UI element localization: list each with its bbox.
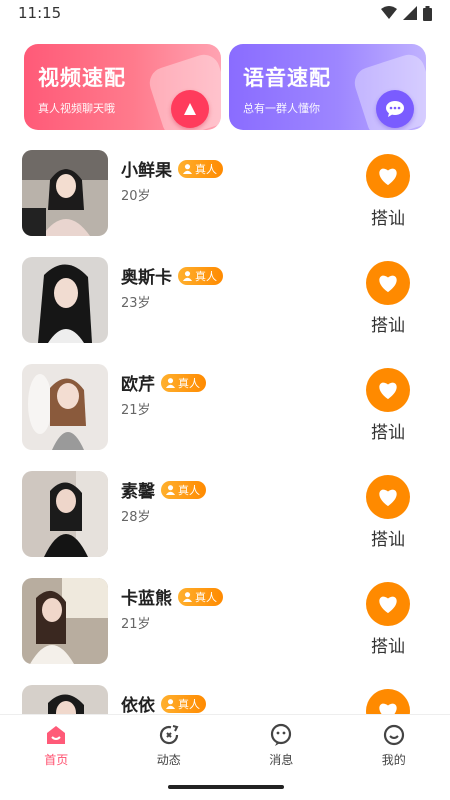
user-age: 28岁 bbox=[121, 510, 151, 525]
badge-label: 真人 bbox=[195, 590, 217, 604]
play-icon bbox=[171, 90, 209, 128]
person-icon bbox=[182, 271, 193, 281]
avatar[interactable] bbox=[22, 685, 108, 714]
heart-button[interactable] bbox=[366, 261, 410, 305]
verified-badge: 真人 bbox=[178, 587, 223, 606]
person-icon bbox=[165, 699, 176, 709]
user-age: 23岁 bbox=[121, 296, 151, 311]
user-name: 依依 bbox=[121, 696, 155, 714]
heart-icon bbox=[379, 489, 397, 507]
user-age: 20岁 bbox=[121, 189, 151, 204]
verified-badge: 真人 bbox=[161, 694, 206, 713]
greet-label[interactable]: 搭讪 bbox=[360, 525, 416, 550]
greet-label[interactable]: 搭讪 bbox=[360, 632, 416, 657]
greet-label[interactable]: 搭讪 bbox=[360, 311, 416, 336]
avatar[interactable] bbox=[22, 257, 108, 343]
badge-label: 真人 bbox=[195, 269, 217, 283]
heart-icon bbox=[379, 382, 397, 400]
status-bar: 11:15 bbox=[0, 0, 450, 26]
heart-button[interactable] bbox=[366, 582, 410, 626]
chat-bubble-icon bbox=[376, 90, 414, 128]
badge-label: 真人 bbox=[178, 483, 200, 497]
name-line: 欧芹 真人 bbox=[121, 370, 206, 395]
user-name: 小鲜果 bbox=[121, 161, 172, 181]
home-indicator bbox=[168, 785, 284, 789]
badge-label: 真人 bbox=[195, 162, 217, 176]
signal-icon bbox=[403, 6, 417, 20]
verified-badge: 真人 bbox=[161, 480, 206, 499]
person-icon bbox=[182, 592, 193, 602]
user-row[interactable]: 卡蓝熊 真人 21岁 搭讪 bbox=[0, 576, 450, 683]
heart-button[interactable] bbox=[366, 154, 410, 198]
user-age: 21岁 bbox=[121, 403, 151, 418]
greet-label[interactable]: 搭讪 bbox=[360, 204, 416, 229]
tab-messages[interactable]: 消息 bbox=[225, 715, 338, 775]
user-name: 卡蓝熊 bbox=[121, 589, 172, 609]
verified-badge: 真人 bbox=[178, 266, 223, 285]
avatar[interactable] bbox=[22, 364, 108, 450]
name-line: 卡蓝熊 真人 bbox=[121, 584, 223, 609]
greet-action[interactable]: 搭讪 bbox=[360, 689, 416, 714]
bottom-tab-bar: 首页 动态 消息 我的 bbox=[0, 714, 450, 775]
name-line: 奥斯卡 真人 bbox=[121, 263, 223, 288]
user-row[interactable]: 依依 真人 搭讪 bbox=[0, 683, 450, 714]
name-line: 小鲜果 真人 bbox=[121, 156, 223, 181]
message-icon bbox=[271, 723, 292, 746]
name-line: 依依 真人 bbox=[121, 691, 206, 714]
refresh-icon bbox=[159, 725, 179, 745]
greet-action[interactable]: 搭讪 bbox=[360, 582, 416, 657]
greet-action[interactable]: 搭讪 bbox=[360, 261, 416, 336]
heart-icon bbox=[379, 703, 397, 714]
tab-home[interactable]: 首页 bbox=[0, 715, 113, 775]
user-row[interactable]: 素馨 真人 28岁 搭讪 bbox=[0, 469, 450, 576]
heart-button[interactable] bbox=[366, 368, 410, 412]
tab-moments[interactable]: 动态 bbox=[113, 715, 226, 775]
badge-label: 真人 bbox=[178, 376, 200, 390]
person-icon bbox=[182, 164, 193, 174]
avatar[interactable] bbox=[22, 471, 108, 557]
tab-home-label: 首页 bbox=[44, 753, 69, 767]
greet-action[interactable]: 搭讪 bbox=[360, 154, 416, 229]
status-icons bbox=[381, 5, 432, 21]
video-match-banner[interactable]: 视频速配 真人视频聊天哦 bbox=[24, 44, 221, 130]
tab-profile[interactable]: 我的 bbox=[338, 715, 450, 775]
match-banners: 视频速配 真人视频聊天哦 语音速配 总有一群人懂你 bbox=[24, 44, 426, 130]
user-row[interactable]: 小鲜果 真人 20岁 搭讪 bbox=[0, 148, 450, 255]
battery-icon bbox=[423, 5, 432, 21]
home-icon bbox=[47, 726, 66, 744]
voice-match-banner[interactable]: 语音速配 总有一群人懂你 bbox=[229, 44, 426, 130]
verified-badge: 真人 bbox=[178, 159, 223, 178]
status-time: 11:15 bbox=[18, 4, 62, 22]
greet-action[interactable]: 搭讪 bbox=[360, 475, 416, 550]
name-line: 素馨 真人 bbox=[121, 477, 206, 502]
user-name: 素馨 bbox=[121, 482, 155, 502]
tab-moments-label: 动态 bbox=[156, 753, 181, 767]
heart-button[interactable] bbox=[366, 689, 410, 714]
user-name: 欧芹 bbox=[121, 375, 155, 395]
verified-badge: 真人 bbox=[161, 373, 206, 392]
greet-label[interactable]: 搭讪 bbox=[360, 418, 416, 443]
avatar[interactable] bbox=[22, 150, 108, 236]
profile-icon bbox=[383, 724, 404, 746]
tab-messages-label: 消息 bbox=[269, 753, 294, 767]
avatar[interactable] bbox=[22, 578, 108, 664]
heart-icon bbox=[379, 596, 397, 614]
user-list: 小鲜果 真人 20岁 搭讪 奥斯卡 真人 23岁 搭讪 欧芹 真人 21岁 搭讪… bbox=[0, 148, 450, 714]
heart-icon bbox=[379, 275, 397, 293]
user-row[interactable]: 奥斯卡 真人 23岁 搭讪 bbox=[0, 255, 450, 362]
user-name: 奥斯卡 bbox=[121, 268, 172, 288]
wifi-icon bbox=[381, 6, 397, 19]
heart-button[interactable] bbox=[366, 475, 410, 519]
user-row[interactable]: 欧芹 真人 21岁 搭讪 bbox=[0, 362, 450, 469]
user-age: 21岁 bbox=[121, 617, 151, 632]
greet-action[interactable]: 搭讪 bbox=[360, 368, 416, 443]
tab-profile-label: 我的 bbox=[381, 753, 406, 767]
heart-icon bbox=[379, 168, 397, 186]
person-icon bbox=[165, 378, 176, 388]
badge-label: 真人 bbox=[178, 697, 200, 711]
person-icon bbox=[165, 485, 176, 495]
